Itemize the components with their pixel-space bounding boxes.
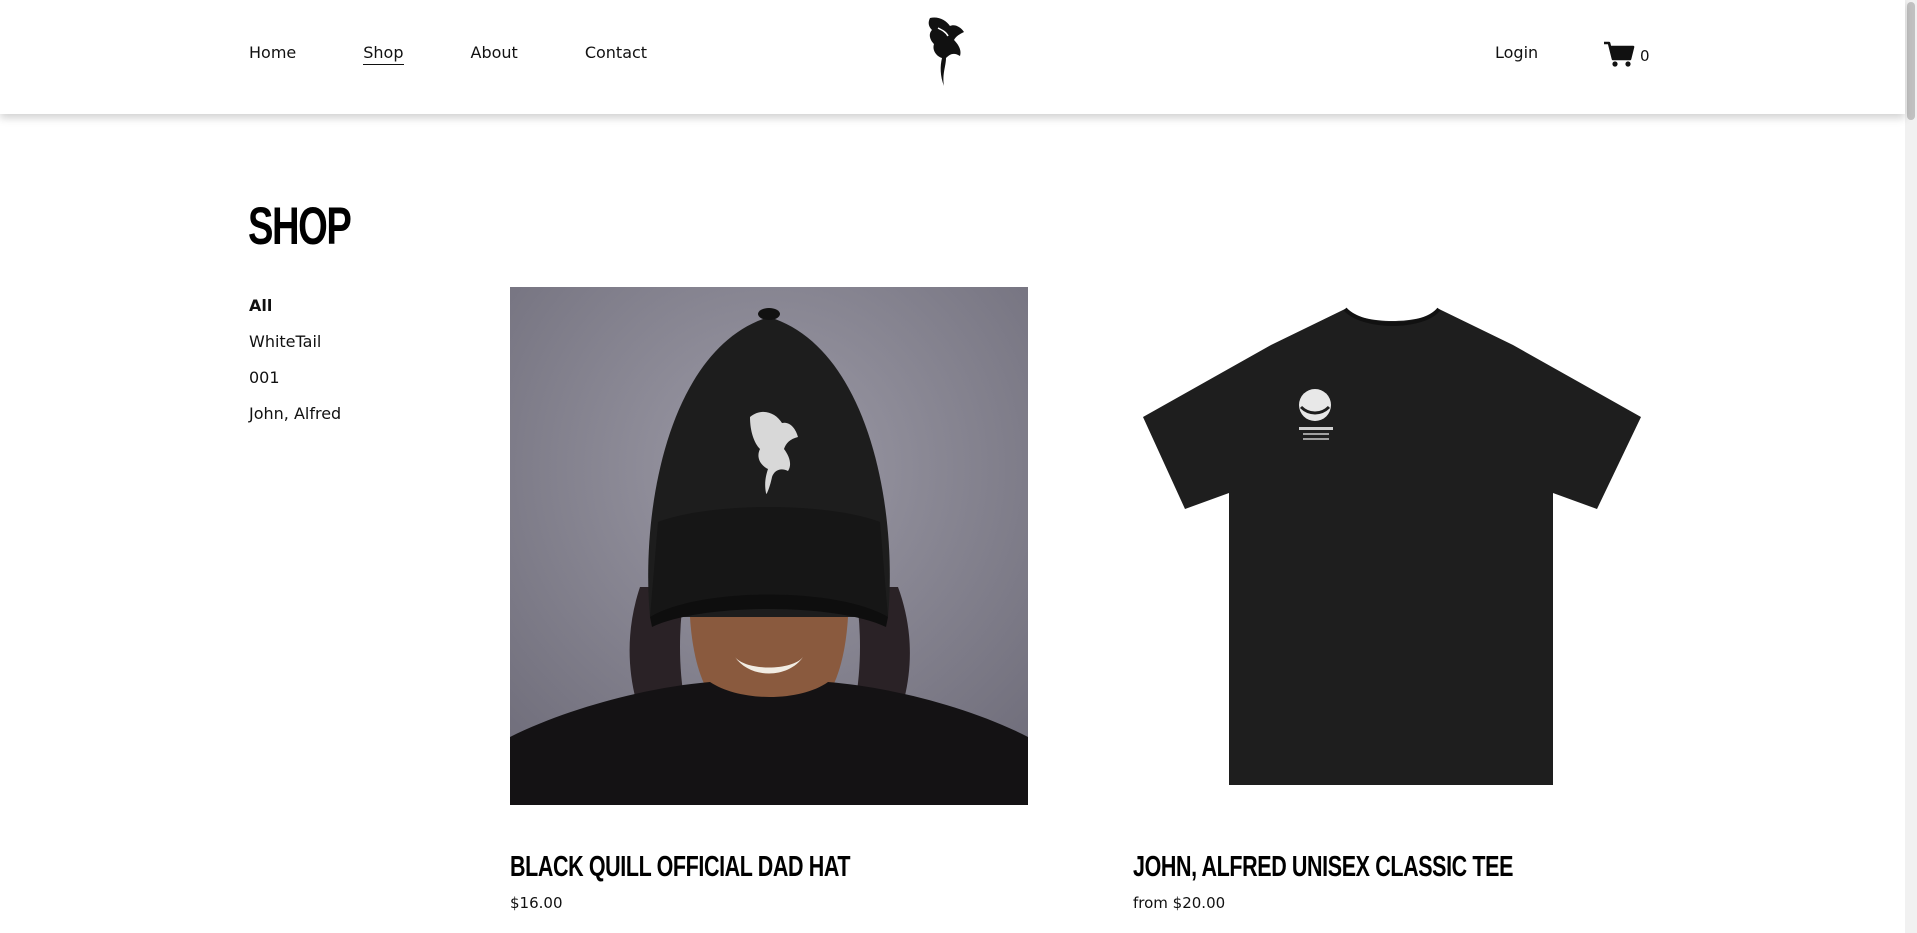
product-image-dad-hat[interactable]	[510, 287, 1028, 805]
product-card: BLACK QUILL OFFICIAL DAD HAT $16.00	[510, 287, 1028, 912]
nav-about-link[interactable]: About	[471, 43, 518, 65]
page-scrollbar[interactable]	[1905, 0, 1917, 933]
nav-shop-link[interactable]: Shop	[363, 43, 404, 65]
nav-contact-link[interactable]: Contact	[585, 43, 647, 65]
category-all[interactable]: All	[249, 288, 341, 324]
nav-home-link[interactable]: Home	[249, 43, 296, 65]
product-price: $16.00	[510, 894, 563, 912]
login-link[interactable]: Login	[1495, 43, 1538, 62]
cart-button[interactable]: 0	[1603, 40, 1650, 72]
cart-count: 0	[1640, 47, 1650, 65]
product-price: from $20.00	[1133, 894, 1226, 912]
cart-icon	[1603, 40, 1635, 72]
product-title[interactable]: JOHN, ALFRED UNISEX CLASSIC TEE	[1133, 851, 1513, 884]
category-whitetail[interactable]: WhiteTail	[249, 324, 341, 360]
site-header: Home Shop About Contact Login 0	[0, 0, 1905, 114]
category-john-alfred[interactable]: John, Alfred	[249, 396, 341, 432]
category-001[interactable]: 001	[249, 360, 341, 396]
page-title: SHOP	[248, 197, 352, 256]
product-title[interactable]: BLACK QUILL OFFICIAL DAD HAT	[510, 851, 851, 884]
main-nav: Home Shop About Contact	[249, 43, 714, 65]
quill-logo-icon[interactable]	[924, 14, 970, 90]
product-image-classic-tee[interactable]	[1133, 287, 1651, 805]
scrollbar-thumb[interactable]	[1907, 2, 1915, 120]
category-filter-list: All WhiteTail 001 John, Alfred	[249, 288, 341, 432]
product-card: JOHN, ALFRED UNISEX CLASSIC TEE from $20…	[1133, 287, 1651, 912]
